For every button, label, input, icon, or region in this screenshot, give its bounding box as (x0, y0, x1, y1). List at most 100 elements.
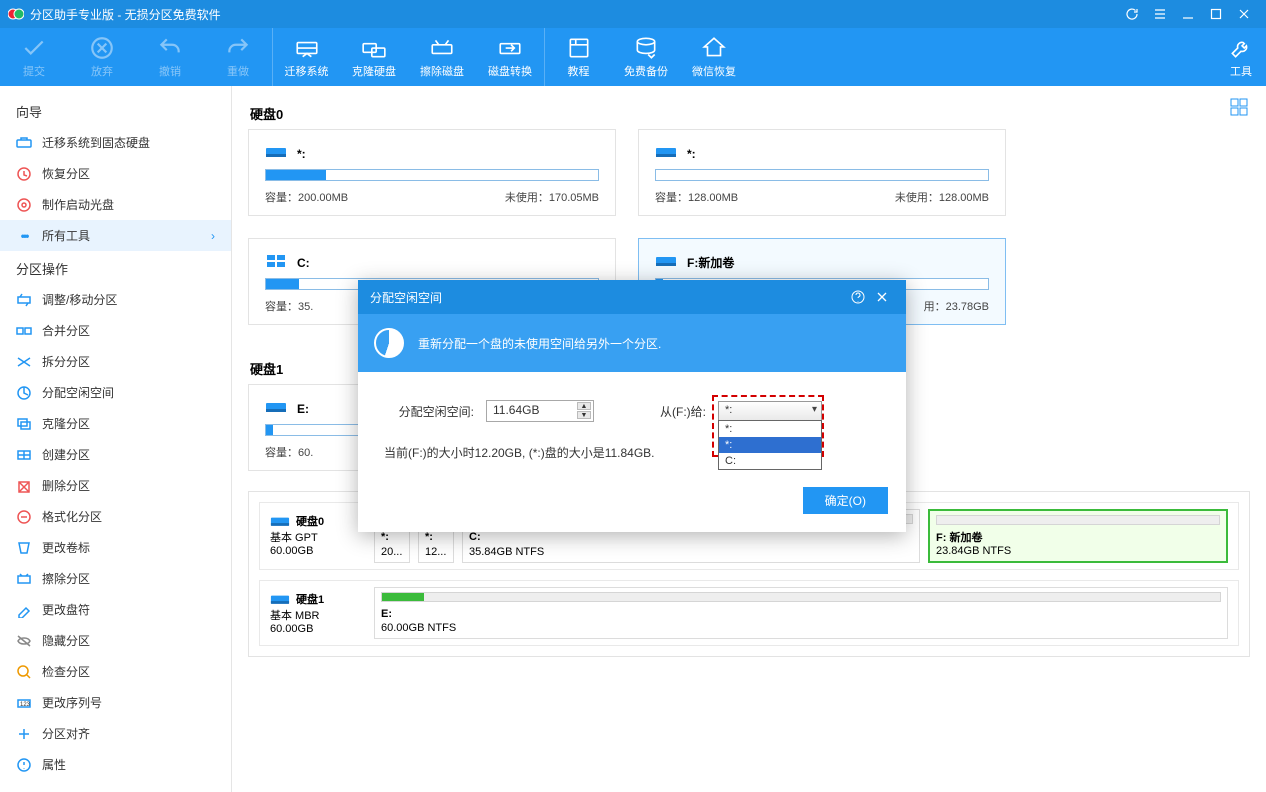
disk-info[interactable]: 硬盘1 基本 MBR 60.00GB (266, 587, 366, 639)
free-label: 未使用：170.05MB (505, 189, 599, 205)
clone-button[interactable]: 克隆硬盘 (340, 28, 408, 86)
item-icon (16, 416, 32, 432)
partition-name: C: (297, 256, 310, 270)
item-icon (16, 602, 32, 618)
operation-item[interactable]: 调整/移动分区 (0, 284, 231, 315)
wizard-item[interactable]: 恢复分区 (0, 158, 231, 189)
disk-name: 硬盘1 (296, 591, 324, 607)
dropdown-option[interactable]: *: (719, 421, 821, 437)
operation-item[interactable]: 属性 (0, 749, 231, 780)
commit-button[interactable]: 提交 (0, 28, 68, 86)
partition-cell[interactable]: F: 新加卷 23.84GB NTFS (928, 509, 1228, 563)
item-icon (16, 385, 32, 401)
item-label: 属性 (42, 756, 66, 773)
partition-detail: 20... (381, 546, 403, 558)
svg-text:123: 123 (20, 702, 31, 708)
chevron-right-icon: › (211, 229, 215, 243)
capacity-label: 容量：35. (265, 298, 313, 314)
partition-cell[interactable]: E: 60.00GB NTFS (374, 587, 1228, 639)
dialog-title: 分配空闲空间 (370, 289, 442, 306)
menu-icon[interactable] (1146, 0, 1174, 28)
operation-item[interactable]: 检查分区 (0, 656, 231, 687)
spin-down-icon[interactable]: ▼ (577, 411, 591, 419)
item-icon (16, 757, 32, 773)
redo-button[interactable]: 重做 (204, 28, 272, 86)
spin-up-icon[interactable]: ▲ (577, 402, 591, 410)
window-title: 分区助手专业版 - 无损分区免费软件 (30, 6, 221, 23)
partition-detail: 12... (425, 546, 447, 558)
help-icon[interactable] (846, 285, 870, 309)
target-drive-combo[interactable]: *: (718, 401, 822, 421)
item-label: 隐藏分区 (42, 632, 90, 649)
maximize-icon[interactable] (1202, 0, 1230, 28)
minimize-icon[interactable] (1174, 0, 1202, 28)
size-input[interactable]: 11.64GB ▲▼ (486, 400, 594, 422)
capacity-label: 容量：60. (265, 444, 313, 460)
usage-bar (936, 515, 1220, 525)
undo-button[interactable]: 撤销 (136, 28, 204, 86)
operation-item[interactable]: 隐藏分区 (0, 625, 231, 656)
wechat-label: 微信恢复 (692, 63, 736, 79)
partition-card[interactable]: *: 容量：128.00MB未使用：128.00MB (638, 129, 1006, 216)
drive-icon (265, 399, 287, 418)
tutorial-label: 教程 (568, 63, 590, 79)
wizard-item[interactable]: 迁移系统到固态硬盘 (0, 127, 231, 158)
allocate-space-dialog: 分配空闲空间 重新分配一个盘的未使用空间给另外一个分区. 分配空闲空间: 11.… (358, 280, 906, 532)
view-toggle-icon[interactable] (1230, 98, 1248, 116)
operation-item[interactable]: 克隆分区 (0, 408, 231, 439)
backup-button[interactable]: 免费备份 (612, 28, 680, 86)
item-icon (16, 633, 32, 649)
backup-label: 免费备份 (624, 63, 668, 79)
item-label: 克隆分区 (42, 415, 90, 432)
dropdown-option[interactable]: C: (719, 453, 821, 469)
wizard-item[interactable]: •••所有工具› (0, 220, 231, 251)
item-label: 拆分分区 (42, 353, 90, 370)
operation-item[interactable]: 123更改序列号 (0, 687, 231, 718)
operation-item[interactable]: 分区对齐 (0, 718, 231, 749)
item-icon (16, 166, 32, 182)
close-icon[interactable] (1230, 0, 1258, 28)
operation-item[interactable]: 删除分区 (0, 470, 231, 501)
partition-name: *: (297, 147, 306, 161)
disk-info[interactable]: 硬盘0 基本 GPT 60.00GB (266, 509, 366, 563)
item-icon (16, 540, 32, 556)
wizard-heading: 向导 (0, 94, 231, 127)
item-label: 分区对齐 (42, 725, 90, 742)
partition-detail: 23.84GB NTFS (936, 545, 1220, 557)
operation-item[interactable]: 合并分区 (0, 315, 231, 346)
operation-item[interactable]: 更改盘符 (0, 594, 231, 625)
refresh-icon[interactable] (1118, 0, 1146, 28)
convert-button[interactable]: 磁盘转换 (476, 28, 544, 86)
discard-button[interactable]: 放弃 (68, 28, 136, 86)
titlebar: 分区助手专业版 - 无损分区免费软件 (0, 0, 1266, 28)
wizard-item[interactable]: 制作启动光盘 (0, 189, 231, 220)
operation-item[interactable]: 擦除分区 (0, 563, 231, 594)
item-icon (16, 292, 32, 308)
item-label: 擦除分区 (42, 570, 90, 587)
partition-detail: 35.84GB NTFS (469, 546, 913, 558)
operation-item[interactable]: 创建分区 (0, 439, 231, 470)
tools-label: 工具 (1230, 63, 1252, 79)
migrate-button[interactable]: 迁移系统 (272, 28, 340, 86)
dialog-close-icon[interactable] (870, 285, 894, 309)
tools-button[interactable]: 工具 (1216, 28, 1266, 86)
partition-name: E: (297, 402, 309, 416)
commit-label: 提交 (23, 63, 45, 79)
wechat-button[interactable]: 微信恢复 (680, 28, 748, 86)
dropdown-option[interactable]: *: (719, 437, 821, 453)
usage-bar (655, 169, 989, 181)
item-label: 恢复分区 (42, 165, 90, 182)
wipe-button[interactable]: 擦除磁盘 (408, 28, 476, 86)
partition-card[interactable]: *: 容量：200.00MB未使用：170.05MB (248, 129, 616, 216)
item-icon (16, 323, 32, 339)
drive-icon (265, 253, 287, 272)
operation-item[interactable]: 分配空闲空间 (0, 377, 231, 408)
operation-item[interactable]: 更改卷标 (0, 532, 231, 563)
target-drive-dropdown: *: *: C: (718, 420, 822, 470)
disk-type: 基本 GPT (270, 529, 362, 545)
operation-item[interactable]: 格式化分区 (0, 501, 231, 532)
ok-button[interactable]: 确定(O) (803, 487, 888, 514)
operation-item[interactable]: 拆分分区 (0, 346, 231, 377)
item-label: 删除分区 (42, 477, 90, 494)
tutorial-button[interactable]: 教程 (544, 28, 612, 86)
